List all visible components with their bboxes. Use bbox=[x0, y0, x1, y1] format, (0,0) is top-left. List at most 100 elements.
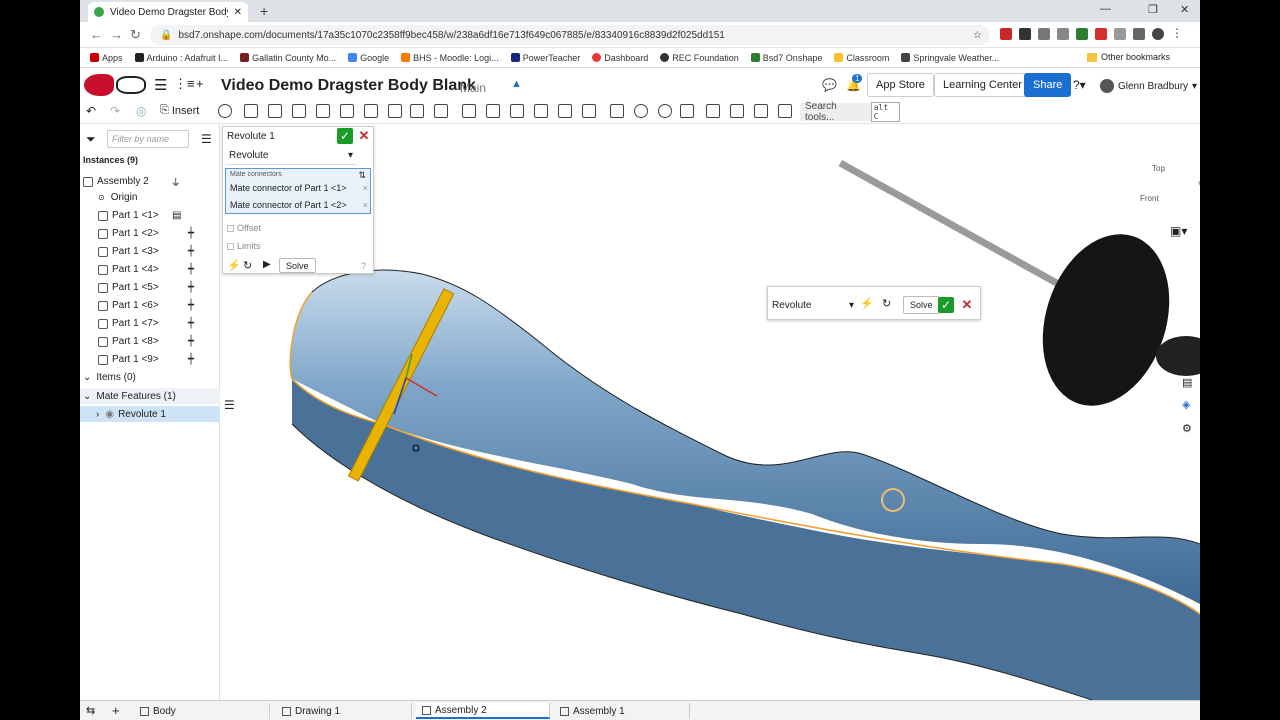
clock-icon[interactable] bbox=[218, 104, 232, 118]
add-tab-icon[interactable]: + bbox=[112, 703, 120, 718]
cancel-button[interactable]: ✕ bbox=[960, 297, 974, 313]
tab-body[interactable]: Body bbox=[134, 703, 270, 719]
solve-button[interactable]: Solve bbox=[903, 296, 940, 314]
screw-relation-icon[interactable] bbox=[558, 104, 572, 118]
tree-part[interactable]: Part 1 <4> ┿ bbox=[98, 264, 238, 275]
tree-part[interactable]: Part 1 <5> ┿ bbox=[98, 282, 238, 293]
close-window-icon[interactable]: ✕ bbox=[1180, 3, 1189, 16]
view-front-label[interactable]: Front bbox=[1140, 194, 1159, 203]
bookmark[interactable]: Google bbox=[348, 53, 389, 63]
animate-icon[interactable]: ⚡ bbox=[227, 259, 241, 272]
extension-icon[interactable] bbox=[1076, 28, 1088, 40]
items-section[interactable]: ⌄ Items (0) bbox=[83, 372, 223, 383]
linear-relation-icon[interactable] bbox=[582, 104, 596, 118]
ball-mate-icon[interactable] bbox=[388, 104, 402, 118]
rack-pinion-icon[interactable] bbox=[534, 104, 548, 118]
browser-tab[interactable]: Video Demo Dragster Body Blank ✕ bbox=[88, 2, 248, 22]
education-icon[interactable]: ▲ bbox=[511, 78, 522, 90]
grid-icon[interactable] bbox=[680, 104, 694, 118]
download-icon[interactable] bbox=[1019, 28, 1031, 40]
mate-connector-icon[interactable] bbox=[486, 104, 500, 118]
parts-icon[interactable]: ◈ bbox=[1182, 398, 1190, 411]
tree-assembly[interactable]: Assembly 2 ⏚ bbox=[83, 174, 223, 189]
tree-part[interactable]: Part 1 <1> ▤ bbox=[98, 210, 238, 221]
settings-gear-icon[interactable] bbox=[634, 104, 648, 118]
minimize-icon[interactable]: — bbox=[1100, 3, 1111, 15]
limits-checkbox[interactable]: Limits bbox=[227, 241, 261, 251]
close-tab-icon[interactable]: ✕ bbox=[234, 7, 242, 18]
feature-list-icon[interactable]: ☰ bbox=[224, 398, 235, 412]
mate-values-icon[interactable]: ⚙ bbox=[1182, 422, 1192, 435]
offset-checkbox[interactable]: Offset bbox=[227, 223, 261, 233]
new-tab-button[interactable]: + bbox=[260, 3, 268, 19]
tree-part[interactable]: Part 1 <3> ┿ bbox=[98, 246, 238, 257]
url-field[interactable]: 🔒 bsd7.onshape.com/documents/17a35c1070c… bbox=[150, 25, 990, 45]
bookmark[interactable]: REC Foundation bbox=[660, 53, 739, 63]
regen-icon[interactable]: ◎ bbox=[136, 104, 146, 118]
solve-button[interactable]: Solve bbox=[279, 258, 316, 273]
flip-icon[interactable]: ⇅ bbox=[358, 170, 366, 181]
mate-connectors-field[interactable]: Mate connectors ⇅ Mate connector of Part… bbox=[225, 168, 371, 214]
tree-icon[interactable]: ⋮≡ bbox=[174, 76, 195, 92]
bookmark[interactable]: Classroom bbox=[834, 53, 889, 63]
group-icon[interactable] bbox=[462, 104, 476, 118]
view-options-icon[interactable]: ▣▾ bbox=[1170, 224, 1187, 238]
help-icon[interactable]: ?▾ bbox=[1073, 78, 1086, 92]
gear-icon[interactable] bbox=[658, 104, 672, 118]
revolute-mate-icon[interactable] bbox=[268, 104, 282, 118]
tab-drawing[interactable]: Drawing 1 bbox=[276, 703, 412, 719]
bookmark[interactable]: BHS - Moodle: Logi... bbox=[401, 53, 499, 63]
forward-icon[interactable]: → bbox=[110, 27, 123, 42]
tab-assembly-1[interactable]: Assembly 1 bbox=[554, 703, 690, 719]
reload-icon[interactable]: ↻ bbox=[130, 27, 141, 43]
extension-icon[interactable] bbox=[1000, 28, 1012, 40]
view-top-label[interactable]: Top bbox=[1152, 164, 1165, 173]
slider-mate-icon[interactable] bbox=[292, 104, 306, 118]
measure-icon[interactable] bbox=[706, 104, 720, 118]
redo-icon[interactable]: ↷ bbox=[110, 104, 120, 118]
extension-icon[interactable] bbox=[1038, 28, 1050, 40]
other-bookmarks[interactable]: Other bookmarks bbox=[1086, 52, 1170, 62]
bookmark[interactable]: Gallatin County Mo... bbox=[240, 53, 336, 63]
tree-part[interactable]: Part 1 <2> ┿ bbox=[98, 228, 238, 239]
accept-button[interactable]: ✓ bbox=[938, 297, 954, 313]
profile-icon[interactable] bbox=[1152, 28, 1164, 40]
learning-center-button[interactable]: Learning Center bbox=[934, 73, 1031, 97]
cancel-button[interactable]: ✕ bbox=[357, 128, 371, 144]
tree-revolute[interactable]: › ◉ Revolute 1 bbox=[80, 406, 220, 422]
filter-input[interactable]: Filter by name bbox=[107, 130, 189, 148]
bookmark[interactable]: PowerTeacher bbox=[510, 53, 580, 63]
mate-connector-item[interactable]: Mate connector of Part 1 <2> × bbox=[230, 200, 368, 210]
tree-origin[interactable]: ⊙ Origin bbox=[98, 192, 238, 203]
mate-type-select[interactable]: Revolute ▾ bbox=[225, 147, 357, 165]
tree-part[interactable]: Part 1 <7> ┿ bbox=[98, 318, 238, 329]
undo-icon[interactable]: ↶ bbox=[86, 104, 96, 118]
pattern-icon[interactable] bbox=[610, 104, 624, 118]
animate-icon[interactable]: ⚡ bbox=[860, 297, 874, 310]
menu-icon[interactable]: ⋮ bbox=[1171, 27, 1183, 40]
document-title[interactable]: Video Demo Dragster Body Blank bbox=[221, 77, 476, 95]
insert-icon[interactable]: + bbox=[196, 76, 204, 91]
star-icon[interactable]: ☆ bbox=[973, 30, 982, 41]
remove-icon[interactable]: × bbox=[363, 200, 368, 210]
tree-part[interactable]: Part 1 <6> ┿ bbox=[98, 300, 238, 311]
filter-icon[interactable]: ⏷ bbox=[86, 132, 96, 147]
fastened-mate-icon[interactable] bbox=[244, 104, 258, 118]
section-view-icon[interactable] bbox=[754, 104, 768, 118]
share-button[interactable]: Share bbox=[1024, 73, 1072, 97]
extension-icon[interactable] bbox=[1114, 28, 1126, 40]
search-tools[interactable]: Search tools... alt C bbox=[800, 101, 900, 123]
parallel-mate-icon[interactable] bbox=[410, 104, 424, 118]
extension-icon[interactable] bbox=[1133, 28, 1145, 40]
display-states-icon[interactable] bbox=[778, 104, 792, 118]
cylindrical-mate-icon[interactable] bbox=[340, 104, 354, 118]
bookmark[interactable]: Apps bbox=[90, 53, 123, 63]
properties-icon[interactable]: ▤ bbox=[1182, 376, 1192, 389]
rotate-icon[interactable]: ↻ bbox=[243, 259, 252, 272]
bookmark[interactable]: Bsd7 Onshape bbox=[750, 53, 822, 63]
tree-part[interactable]: Part 1 <8> ┿ bbox=[98, 336, 238, 347]
comments-icon[interactable]: 💬 bbox=[822, 78, 837, 92]
play-icon[interactable]: ▶ bbox=[263, 259, 271, 270]
bookmark[interactable]: Arduino : Adafruit I... bbox=[134, 53, 228, 63]
bookmark[interactable]: Springvale Weather... bbox=[901, 53, 999, 63]
